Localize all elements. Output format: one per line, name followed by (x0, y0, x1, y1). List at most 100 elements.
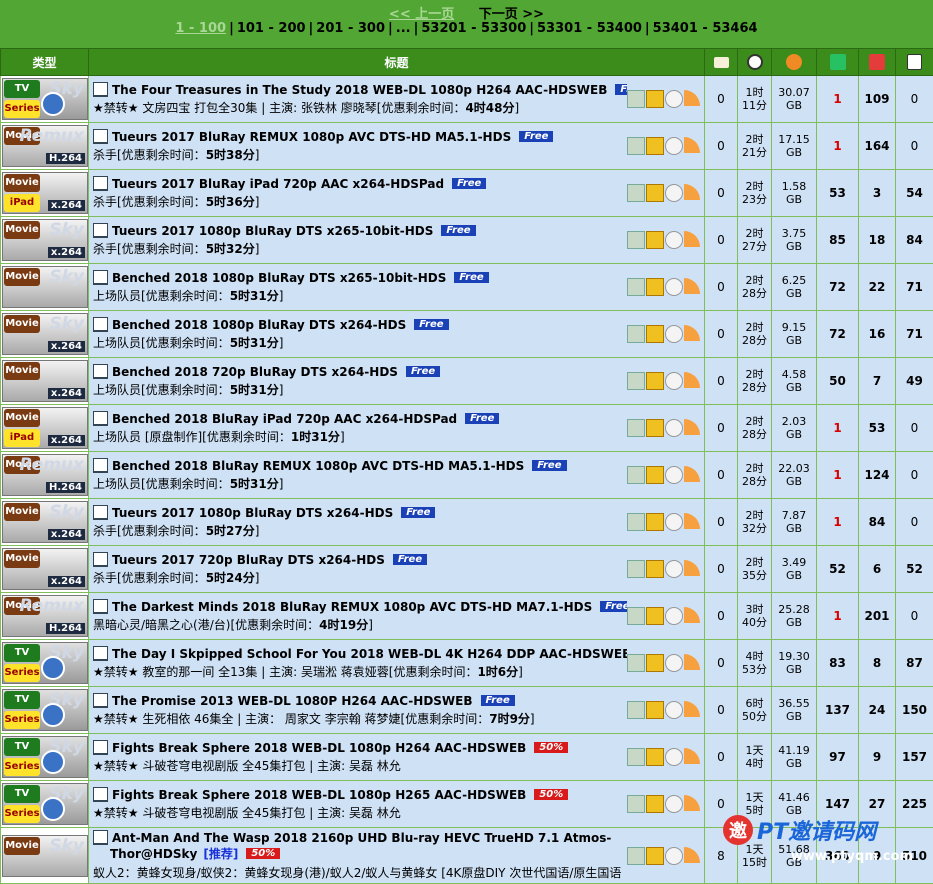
star-icon[interactable] (665, 607, 683, 625)
bookmark-icon[interactable] (93, 552, 108, 567)
category-cell[interactable]: MovieRemuxH.264 (1, 452, 89, 499)
bookmark-icon[interactable] (93, 505, 108, 520)
torrent-title-link[interactable]: Benched 2018 1080p BluRay DTS x264-HDS (112, 318, 406, 332)
col-comments[interactable] (705, 49, 738, 76)
category-cell[interactable]: Moviex.264 (1, 358, 89, 405)
prev-page-link[interactable]: << 上一页 (389, 7, 454, 22)
leechers-count[interactable]: 201 (859, 593, 896, 640)
seeders-count[interactable]: 97 (817, 734, 859, 781)
torrent-title-link[interactable]: Tueurs 2017 720p BluRay DTS x264-HDS (112, 553, 385, 567)
seeders-count[interactable]: 72 (817, 264, 859, 311)
bookmark-icon[interactable] (93, 364, 108, 379)
category-cell[interactable]: MovieRemuxH.264 (1, 593, 89, 640)
category-cell[interactable]: MovieRemuxH.264 (1, 123, 89, 170)
category-cell[interactable]: MovieSkyx.264 (1, 311, 89, 358)
bookmark-icon[interactable] (93, 270, 108, 285)
download-icon[interactable] (627, 278, 645, 296)
torrent-title-link[interactable]: Benched 2018 1080p BluRay DTS x265-10bit… (112, 271, 446, 285)
page-link[interactable]: 53301 - 53400 (537, 21, 642, 36)
rss-icon[interactable] (684, 560, 700, 576)
completed-count[interactable]: 157 (896, 734, 933, 781)
download-icon[interactable] (627, 90, 645, 108)
bookmark-icon[interactable] (93, 82, 108, 97)
bookmark-icon[interactable] (93, 787, 108, 802)
leechers-count[interactable]: 6 (859, 546, 896, 593)
star-icon[interactable] (665, 795, 683, 813)
comments-count[interactable]: 0 (705, 358, 738, 405)
torrent-title-link[interactable]: Tueurs 2017 BluRay REMUX 1080p AVC DTS-H… (112, 130, 511, 144)
seeders-count[interactable]: 52 (817, 546, 859, 593)
category-icon[interactable]: MovieSkyx.264 (2, 501, 88, 543)
page-link[interactable]: 1 - 100 (175, 21, 226, 36)
category-cell[interactable]: TVSeriesSky (1, 781, 89, 828)
completed-count[interactable]: 84 (896, 217, 933, 264)
category-cell[interactable]: MovieSky (1, 828, 89, 884)
category-icon[interactable]: TVSeriesSky (2, 78, 88, 120)
page-link[interactable]: 53401 - 53464 (653, 21, 758, 36)
rss-icon[interactable] (684, 701, 700, 717)
leechers-count[interactable]: 18 (859, 217, 896, 264)
leechers-count[interactable]: 164 (859, 123, 896, 170)
bookmark-icon[interactable] (93, 599, 108, 614)
torrent-title-link[interactable]: The Four Treasures in The Study 2018 WEB… (112, 83, 607, 97)
bookmark-folder-icon[interactable] (646, 513, 664, 531)
bookmark-icon[interactable] (93, 317, 108, 332)
category-icon[interactable]: TVSeriesSky (2, 642, 88, 684)
leechers-count[interactable]: 9 (859, 734, 896, 781)
download-icon[interactable] (627, 419, 645, 437)
bookmark-folder-icon[interactable] (646, 419, 664, 437)
leechers-count[interactable]: 7 (859, 358, 896, 405)
rss-icon[interactable] (684, 278, 700, 294)
rss-icon[interactable] (684, 654, 700, 670)
category-cell[interactable]: MovieSkyx.264 (1, 217, 89, 264)
torrent-title-link[interactable]: Fights Break Sphere 2018 WEB-DL 1080p H2… (112, 741, 526, 755)
completed-count[interactable]: 0 (896, 452, 933, 499)
seeders-count[interactable]: 1 (817, 76, 859, 123)
star-icon[interactable] (665, 419, 683, 437)
seeders-count[interactable]: 137 (817, 687, 859, 734)
completed-count[interactable]: 150 (896, 687, 933, 734)
torrent-title-link[interactable]: Fights Break Sphere 2018 WEB-DL 1080p H2… (112, 788, 526, 802)
completed-count[interactable]: 0 (896, 123, 933, 170)
comments-count[interactable]: 0 (705, 217, 738, 264)
bookmark-icon[interactable] (93, 830, 108, 845)
seeders-count[interactable]: 85 (817, 217, 859, 264)
torrent-title-link[interactable]: Tueurs 2017 1080p BluRay DTS x264-HDS (112, 506, 393, 520)
bookmark-icon[interactable] (93, 693, 108, 708)
completed-count[interactable]: 54 (896, 170, 933, 217)
page-link[interactable]: 101 - 200 (237, 21, 306, 36)
rss-icon[interactable] (684, 847, 700, 863)
rss-icon[interactable] (684, 137, 700, 153)
torrent-title-link[interactable]: Tueurs 2017 1080p BluRay DTS x265-10bit-… (112, 224, 433, 238)
star-icon[interactable] (665, 560, 683, 578)
comments-count[interactable]: 0 (705, 76, 738, 123)
bookmark-folder-icon[interactable] (646, 795, 664, 813)
download-icon[interactable] (627, 325, 645, 343)
download-icon[interactable] (627, 231, 645, 249)
category-icon[interactable]: TVSeriesSky (2, 736, 88, 778)
download-icon[interactable] (627, 654, 645, 672)
category-cell[interactable]: MovieiPadx.264 (1, 170, 89, 217)
col-category[interactable]: 类型 (1, 49, 89, 76)
col-time[interactable] (738, 49, 772, 76)
leechers-count[interactable]: 124 (859, 452, 896, 499)
completed-count[interactable]: 52 (896, 546, 933, 593)
bookmark-folder-icon[interactable] (646, 90, 664, 108)
leechers-count[interactable]: 84 (859, 499, 896, 546)
bookmark-folder-icon[interactable] (646, 748, 664, 766)
category-cell[interactable]: TVSeriesSky (1, 687, 89, 734)
rss-icon[interactable] (684, 184, 700, 200)
rss-icon[interactable] (684, 513, 700, 529)
comments-count[interactable]: 0 (705, 264, 738, 311)
page-link[interactable]: 201 - 300 (316, 21, 385, 36)
comments-count[interactable]: 0 (705, 593, 738, 640)
comments-count[interactable]: 0 (705, 170, 738, 217)
rss-icon[interactable] (684, 325, 700, 341)
star-icon[interactable] (665, 701, 683, 719)
category-cell[interactable]: MovieSky (1, 264, 89, 311)
seeders-count[interactable]: 1 (817, 593, 859, 640)
completed-count[interactable]: 71 (896, 311, 933, 358)
rss-icon[interactable] (684, 466, 700, 482)
comments-count[interactable]: 0 (705, 687, 738, 734)
next-page-link[interactable]: 下一页 >> (479, 7, 544, 22)
